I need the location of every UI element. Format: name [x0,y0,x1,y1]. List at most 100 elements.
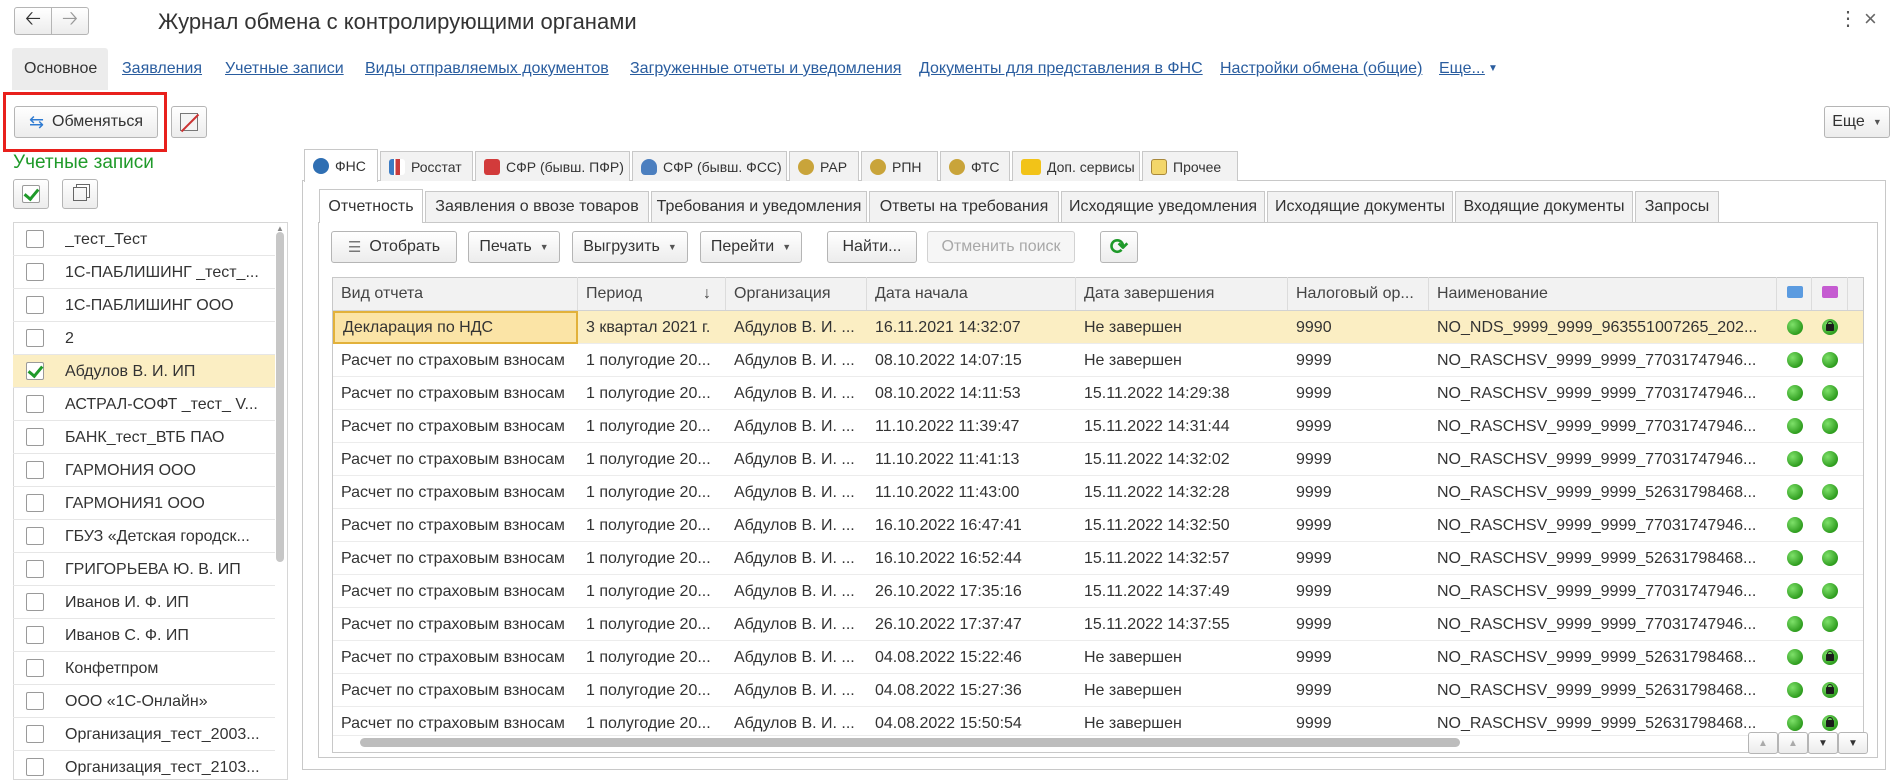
account-checkbox[interactable] [26,758,44,776]
column-header-name[interactable]: Наименование [1429,277,1777,310]
column-header-period[interactable]: Период ↓ [578,277,726,310]
account-checkbox[interactable] [26,263,44,281]
scroll-up-icon[interactable]: ▲ [276,224,284,233]
table-cell-start: 08.10.2022 14:11:53 [875,385,1021,402]
account-item[interactable]: Абдулов В. И. ИП [13,355,275,388]
uncheck-all-button[interactable] [62,179,98,209]
goto-button[interactable]: Перейти ▼ [700,231,802,263]
nav-link-document-types[interactable]: Виды отправляемых документов [365,60,609,78]
tab-extra-services[interactable]: Доп. сервисы [1012,151,1140,181]
tab-rosstat[interactable]: Росстат [380,151,473,181]
tab-requests[interactable]: Запросы [1635,191,1719,222]
account-item[interactable]: 1С-ПАБЛИШИНГ _тест_... [13,256,275,289]
account-item[interactable]: АСТРАЛ-СОФТ _тест_ V... [13,388,275,421]
account-checkbox[interactable] [26,296,44,314]
filter-button[interactable]: ☰ Отобрать [331,231,457,263]
account-item[interactable]: 1С-ПАБЛИШИНГ ООО [13,289,275,322]
nav-link-loaded-reports[interactable]: Загруженные отчеты и уведомления [630,60,901,78]
account-checkbox[interactable] [26,362,44,380]
settings-button[interactable] [171,106,207,138]
refresh-button[interactable]: ⟳ [1100,231,1138,263]
account-item[interactable]: ГАРМОНИЯ1 ООО [13,487,275,520]
column-header-status-send[interactable] [1777,277,1812,310]
scroll-down-button[interactable]: ▼ [1808,732,1838,754]
find-button[interactable]: Найти... [827,231,917,263]
tab-outgoing-documents[interactable]: Исходящие документы [1267,191,1453,222]
tab-rpn[interactable]: РПН [861,151,938,181]
caret-down-icon: ▼ [1872,117,1882,127]
account-item[interactable]: Организация_тест_2103... [13,751,275,780]
more-button[interactable]: Еще ▼ [1824,106,1890,138]
column-header-tax[interactable]: Налоговый ор... [1288,277,1429,310]
tab-requirements[interactable]: Требования и уведомления [651,191,867,222]
tab-responses[interactable]: Ответы на требования [869,191,1059,222]
tab-fns[interactable]: ФНС [304,149,378,182]
account-item[interactable]: БАНК_тест_ВТБ ПАО [13,421,275,454]
tab-other[interactable]: Прочее [1142,151,1238,181]
account-checkbox[interactable] [26,395,44,413]
export-button[interactable]: Выгрузить ▼ [572,231,688,263]
tab-reporting[interactable]: Отчетность [319,189,423,223]
account-checkbox[interactable] [26,527,44,545]
scroll-bottom-button[interactable]: ▼ [1838,732,1868,754]
check-all-button[interactable] [13,179,49,209]
back-button[interactable]: 🡠 [14,7,52,35]
status-sent-icon [1787,649,1803,665]
nav-link-accounts[interactable]: Учетные записи [225,60,344,78]
account-item[interactable]: ГРИГОРЬЕВА Ю. В. ИП [13,553,275,586]
account-checkbox[interactable] [26,494,44,512]
print-button[interactable]: Печать ▼ [468,231,560,263]
tab-outgoing-notifications[interactable]: Исходящие уведомления [1061,191,1265,222]
table-cell-start: 16.10.2022 16:47:41 [875,517,1022,534]
account-item[interactable]: ГБУЗ «Детская городск... [13,520,275,553]
nav-link-more[interactable]: Еще... [1439,60,1485,78]
tab-incoming-documents[interactable]: Входящие документы [1455,191,1633,222]
table-hscroll-thumb[interactable] [360,738,1460,747]
table-cell-period: 1 полугодие 20... [586,484,711,501]
account-checkbox[interactable] [26,560,44,578]
account-item[interactable]: ГАРМОНИЯ ООО [13,454,275,487]
account-item[interactable]: Конфетпром [13,652,275,685]
exchange-button[interactable]: ⇆ Обменяться [14,106,158,138]
account-checkbox[interactable] [26,725,44,743]
account-checkbox[interactable] [26,692,44,710]
scroll-up-button[interactable]: ▲ [1778,732,1808,754]
column-header-status-receive[interactable] [1812,277,1848,310]
tab-fts[interactable]: ФТС [940,151,1010,181]
caret-down-icon: ▼ [539,242,549,252]
account-item[interactable]: Организация_тест_2003... [13,718,275,751]
account-label: ООО «1С-Онлайн» [65,693,208,710]
cancel-search-button[interactable]: Отменить поиск [927,231,1075,263]
forward-button[interactable]: 🡢 [51,7,89,35]
tab-sfr-pfr[interactable]: СФР (бывш. ПФР) [475,151,630,181]
account-checkbox[interactable] [26,428,44,446]
account-checkbox[interactable] [26,626,44,644]
account-item[interactable]: ООО «1С-Онлайн» [13,685,275,718]
accounts-scrollbar[interactable] [276,232,284,562]
column-header-org[interactable]: Организация [726,277,867,310]
tab-sfr-fss[interactable]: СФР (бывш. ФСС) [632,151,787,181]
tab-main[interactable]: Основное [12,48,108,90]
nav-link-exchange-settings[interactable]: Настройки обмена (общие) [1220,60,1422,78]
account-item[interactable]: 2 [13,322,275,355]
scroll-top-button[interactable]: ▲ [1748,732,1778,754]
account-checkbox[interactable] [26,593,44,611]
more-vertical-icon[interactable]: ⋮ [1838,9,1858,30]
column-header-start[interactable]: Дата начала [867,277,1076,310]
column-header-type[interactable]: Вид отчета [333,277,578,310]
account-item[interactable]: Иванов И. Ф. ИП [13,586,275,619]
account-checkbox[interactable] [26,329,44,347]
tab-rar[interactable]: РАР [789,151,859,181]
account-item[interactable]: _тест_Тест [13,223,275,256]
table-cell-end: Не завершен [1084,319,1182,336]
account-checkbox[interactable] [26,461,44,479]
tab-import-applications[interactable]: Заявления о ввозе товаров [425,191,649,222]
table-cell-name: NO_RASCHSV_9999_9999_52631798468... [1437,649,1757,666]
close-icon[interactable]: × [1864,6,1877,32]
nav-link-fns-documents[interactable]: Документы для представления в ФНС [919,60,1203,78]
account-checkbox[interactable] [26,659,44,677]
account-checkbox[interactable] [26,230,44,248]
account-item[interactable]: Иванов С. Ф. ИП [13,619,275,652]
column-header-end[interactable]: Дата завершения [1076,277,1288,310]
nav-link-applications[interactable]: Заявления [122,60,202,78]
